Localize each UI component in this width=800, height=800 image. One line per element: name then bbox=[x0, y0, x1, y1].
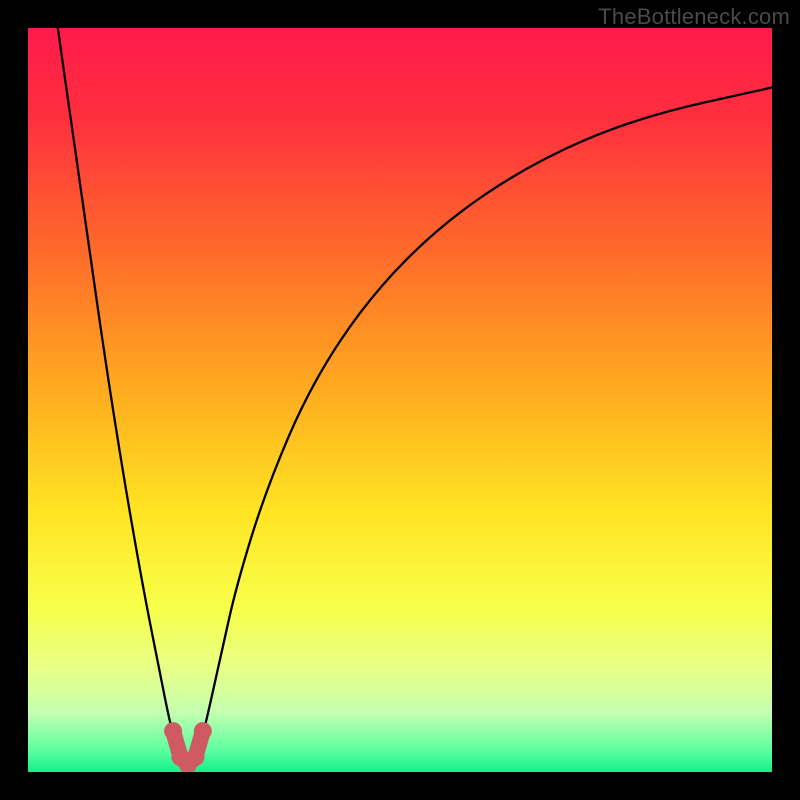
optimal-marker-dot bbox=[186, 748, 204, 766]
optimal-marker-dot bbox=[194, 722, 212, 740]
optimal-marker-dot bbox=[164, 722, 182, 740]
chart-background bbox=[28, 28, 772, 772]
bottleneck-chart bbox=[28, 28, 772, 772]
chart-frame bbox=[28, 28, 772, 772]
watermark-text: TheBottleneck.com bbox=[598, 4, 790, 30]
